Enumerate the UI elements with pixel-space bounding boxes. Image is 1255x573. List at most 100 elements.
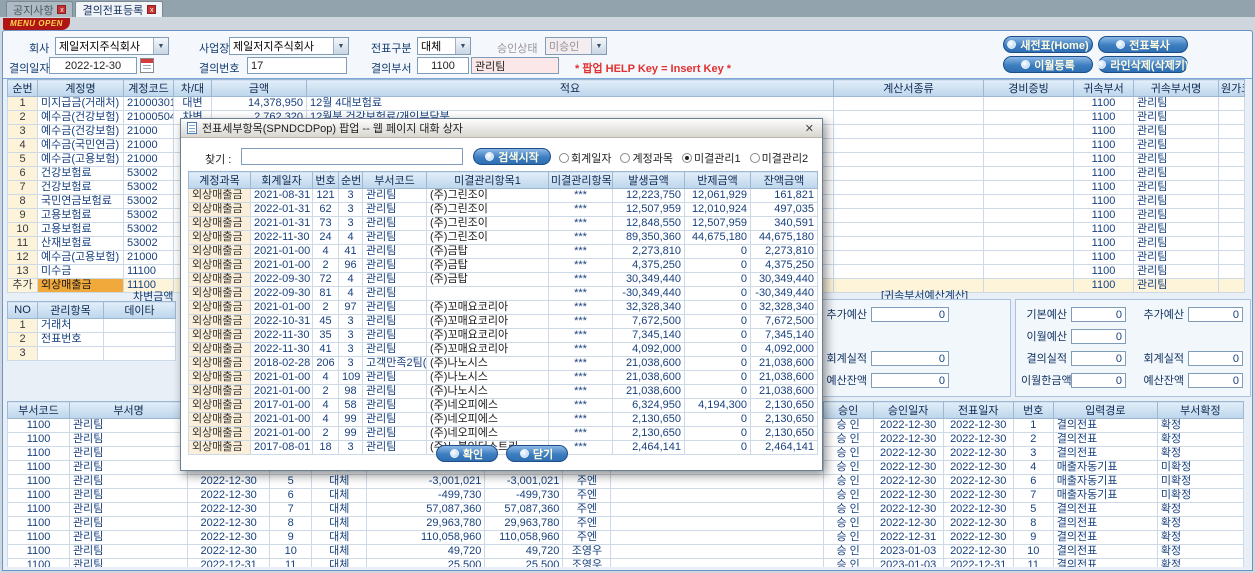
cell[interactable]: 1100	[1073, 250, 1134, 265]
cell[interactable]: 0	[684, 426, 751, 441]
cell[interactable]	[833, 250, 984, 265]
cell[interactable]: (주)그린조이	[426, 216, 549, 231]
cell[interactable]	[1218, 166, 1245, 181]
cell[interactable]: 1100	[7, 446, 71, 461]
cell[interactable]: 결의전표	[1052, 432, 1158, 447]
chevron-down-icon[interactable]: ▼	[333, 38, 348, 54]
radio-icon[interactable]	[749, 153, 760, 163]
cell[interactable]: 5	[269, 474, 313, 489]
cell[interactable]: 1	[7, 96, 38, 111]
cell[interactable]: 2,273,810	[750, 244, 818, 259]
cell[interactable]: 1100	[7, 502, 71, 517]
cell[interactable]: 1	[7, 318, 38, 333]
column-header[interactable]: 귀속부서명	[1133, 79, 1219, 97]
cell[interactable]: 29,963,780	[366, 516, 486, 531]
cell[interactable]: 3	[7, 346, 38, 361]
cell[interactable]: 대체	[311, 544, 368, 559]
table-row[interactable]: 외상매출금 2021-01-00 2 96 관리팀 (주)금탑 *** 4,375,250 0 4…	[188, 258, 818, 273]
cell[interactable]: 외상매출금	[188, 300, 251, 315]
cell[interactable]: 3	[338, 328, 363, 343]
cell[interactable]: 관리팀	[362, 370, 427, 385]
cell[interactable]: 44,675,180	[750, 230, 818, 245]
cell[interactable]: 13	[7, 264, 38, 279]
column-header[interactable]: 잔액금액	[750, 171, 818, 189]
cell[interactable]: 9	[269, 530, 313, 545]
cell[interactable]: 2022-12-30	[872, 446, 944, 461]
cell[interactable]: 340,591	[750, 216, 818, 231]
table-row[interactable]: 외상매출금 2022-11-30 35 3 관리팀 (주)꼬매요코리아 *** 7,345,1…	[188, 328, 818, 343]
cell[interactable]: 2023-01-03	[872, 544, 944, 559]
table-row[interactable]: 외상매출금2018-02-282063고객만족2팀(JJ(주)나노시스***21…	[188, 356, 818, 371]
cell[interactable]: 2021-01-00	[250, 300, 313, 315]
cell[interactable]: 외상매출금	[188, 426, 251, 441]
cell[interactable]: ***	[548, 244, 613, 259]
cell[interactable]: ***	[548, 286, 613, 301]
cell[interactable]: 승 인	[822, 530, 874, 545]
cell[interactable]: 대체	[311, 516, 368, 531]
cell[interactable]: 4	[312, 244, 339, 259]
cell[interactable]: 외상매출금	[188, 356, 251, 371]
column-header[interactable]: 반제금액	[684, 171, 751, 189]
cell[interactable]: 외상매출금	[188, 272, 251, 287]
cell[interactable]: 대체	[311, 530, 368, 545]
cell[interactable]: 0	[684, 272, 751, 287]
cell[interactable]: 3	[338, 202, 363, 217]
tab-close-icon[interactable]: x	[57, 5, 67, 14]
cell[interactable]: 주엔	[562, 516, 612, 531]
cell[interactable]: 조영우	[562, 544, 612, 559]
cell[interactable]: 45	[312, 314, 339, 329]
cell[interactable]: 1100	[7, 558, 71, 567]
cell[interactable]: 2	[7, 110, 38, 125]
cell[interactable]: 예수금(고용보험)	[37, 250, 124, 265]
cell[interactable]: 4,194,300	[684, 398, 751, 413]
table-row[interactable]: 1100 관리팀 2022-12-30 7 대체 57,087,360 57,087,360…	[7, 502, 1245, 517]
table-row[interactable]: 외상매출금 2022-11-30 24 4 관리팀 (주)그린조이 *** 89,350,36…	[188, 230, 818, 245]
cell[interactable]: 외상매출금	[188, 412, 251, 427]
cell[interactable]: 확정	[1156, 516, 1245, 531]
date-input[interactable]	[49, 57, 137, 74]
cell[interactable]: 0	[684, 258, 751, 273]
cell[interactable]: 확정	[1156, 558, 1245, 567]
cell[interactable]: 4	[1012, 460, 1054, 475]
cell[interactable]: 조영우	[562, 558, 612, 567]
column-header[interactable]: 계정과목	[188, 171, 251, 189]
cell[interactable]: (주)꼬매요코리아	[426, 300, 549, 315]
cell[interactable]: 57,087,360	[366, 502, 486, 517]
cell[interactable]: 2022-12-30	[187, 488, 271, 503]
column-header[interactable]: 계정코드	[123, 79, 174, 97]
cell[interactable]: 12,010,924	[684, 202, 751, 217]
cell[interactable]: 1100	[7, 460, 71, 475]
cell[interactable]: 2,130,650	[750, 412, 818, 427]
cell[interactable]: 관리팀	[1133, 180, 1219, 195]
cell[interactable]	[610, 516, 824, 531]
cell[interactable]: 12,507,959	[612, 202, 685, 217]
cell[interactable]: ***	[548, 258, 613, 273]
cell[interactable]: 2017-01-00	[250, 398, 313, 413]
open-items-grid[interactable]: 계정과목 회계일자 번호 순번 부서코드 미결관리항목1 미결관리항목2 발생금액 반제금액 잔액…	[188, 171, 818, 455]
cell[interactable]: 7	[1012, 488, 1054, 503]
cell[interactable]: 6	[1012, 474, 1054, 489]
table-row[interactable]: 1100 관리팀 2022-12-30 9 대체 110,058,960 110,058,9…	[7, 530, 1245, 545]
cell[interactable]	[1218, 138, 1245, 153]
cell[interactable]: 21,038,600	[750, 384, 818, 399]
table-row[interactable]: 2 전표번호	[7, 332, 176, 347]
cell[interactable]	[983, 152, 1074, 167]
cell[interactable]: 결의전표	[1052, 516, 1158, 531]
cell[interactable]: 건강보험료	[37, 180, 124, 195]
cell[interactable]: 0	[684, 314, 751, 329]
cell[interactable]: 1100	[7, 418, 71, 433]
cell[interactable]: 고용보험료	[37, 208, 124, 223]
table-row[interactable]: 1100 관리팀 2022-12-30 10 대체 49,720 49,720 조영우 승 인2…	[7, 544, 1245, 559]
cell[interactable]: (주)꼬매요코리아	[426, 342, 549, 357]
cell[interactable]: 승 인	[822, 558, 874, 567]
table-row[interactable]: 외상매출금 2022-09-30 72 4 관리팀 (주)금탑 *** 30,349,440 0…	[188, 272, 818, 287]
cell[interactable]: 관리팀	[362, 272, 427, 287]
radio-icon[interactable]	[620, 153, 631, 163]
cell[interactable]	[833, 236, 984, 251]
popup-title-bar[interactable]: 전표세부항목(SPNDCDPop) 팝업 -- 웹 페이지 대화 상자 ✕	[181, 119, 822, 138]
cell[interactable]	[1218, 222, 1245, 237]
cell[interactable]: 2022-12-30	[187, 516, 271, 531]
cell[interactable]: 49,720	[484, 544, 564, 559]
cell[interactable]: ***	[548, 342, 613, 357]
cell[interactable]: 관리팀	[362, 398, 427, 413]
